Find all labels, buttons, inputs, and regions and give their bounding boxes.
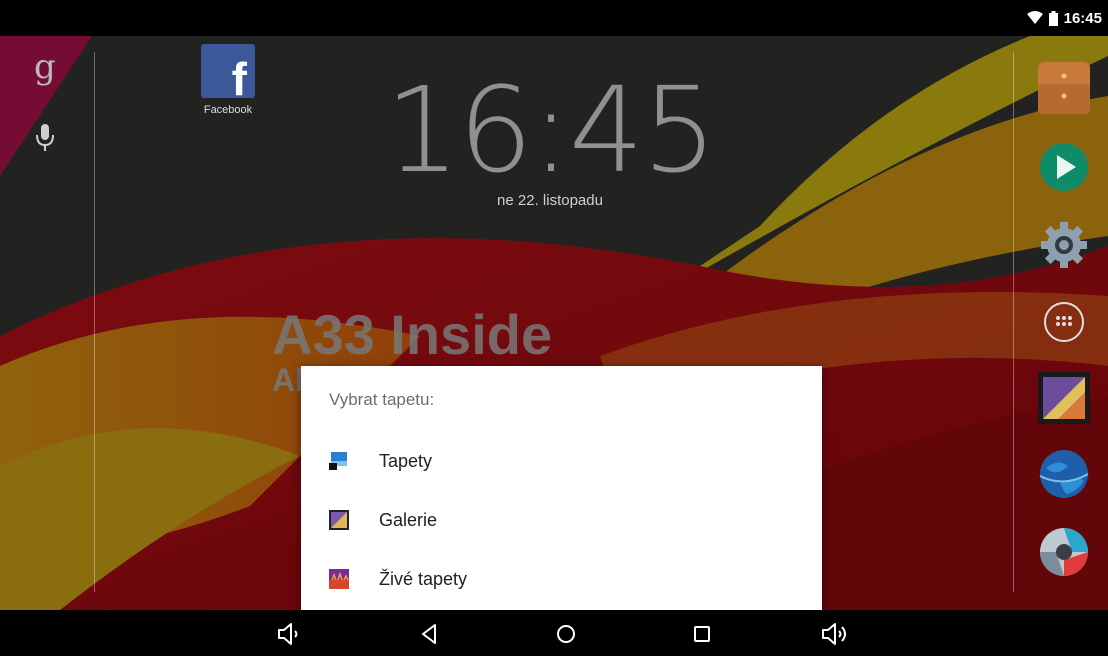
status-bar: 16:45 <box>0 0 1108 36</box>
back-icon[interactable] <box>416 620 444 648</box>
recents-icon[interactable] <box>688 620 716 648</box>
live-wallpapers-icon <box>329 569 349 589</box>
choose-wallpaper-dialog: Vybrat tapetu: Tapety Galerie Živé tapet… <box>301 366 822 610</box>
store-app-icon[interactable] <box>1038 62 1090 114</box>
dialog-title: Vybrat tapetu: <box>329 390 435 409</box>
wallpapers-icon <box>329 451 349 471</box>
gallery-icon[interactable] <box>1038 372 1090 424</box>
home-icon[interactable] <box>552 620 580 648</box>
option-zive-tapety[interactable]: Živé tapety <box>301 550 822 608</box>
camera-icon[interactable] <box>1038 526 1090 578</box>
option-label: Tapety <box>379 451 433 471</box>
play-store-icon[interactable] <box>1038 141 1090 193</box>
mic-icon[interactable] <box>36 124 54 157</box>
left-divider <box>94 52 95 592</box>
option-label: Galerie <box>379 510 438 530</box>
gallery-icon <box>329 510 349 530</box>
android-home-screen: 16:45 g f Facebook 16:45 ne 22. listopad… <box>0 0 1108 656</box>
facebook-label: Facebook <box>203 104 253 116</box>
facebook-icon: f <box>201 44 255 102</box>
wallpaper-brand-text: A33 Inside <box>272 303 553 366</box>
google-search-icon[interactable]: g <box>34 50 56 84</box>
status-icons: 16:45 <box>1026 8 1102 28</box>
wallpaper-brand-subtext: Al <box>272 362 304 398</box>
app-drawer-icon[interactable] <box>1038 296 1090 348</box>
browser-icon[interactable] <box>1038 448 1090 500</box>
settings-icon[interactable] <box>1038 219 1090 271</box>
volume-down-icon[interactable] <box>275 620 303 648</box>
right-divider <box>1013 52 1014 592</box>
status-time: 16:45 <box>1063 9 1102 27</box>
option-label: Živé tapety <box>379 569 468 589</box>
facebook-app[interactable]: f Facebook <box>201 44 255 116</box>
option-tapety[interactable]: Tapety <box>301 432 822 490</box>
clock-widget-date: ne 22. listopadu <box>497 192 603 209</box>
option-galerie[interactable]: Galerie <box>301 491 822 549</box>
volume-up-icon[interactable] <box>820 620 848 648</box>
wifi-icon <box>1026 11 1043 25</box>
battery-icon <box>1048 10 1058 26</box>
clock-widget-time[interactable]: 16:45 <box>380 70 720 190</box>
navigation-bar <box>0 610 1108 656</box>
